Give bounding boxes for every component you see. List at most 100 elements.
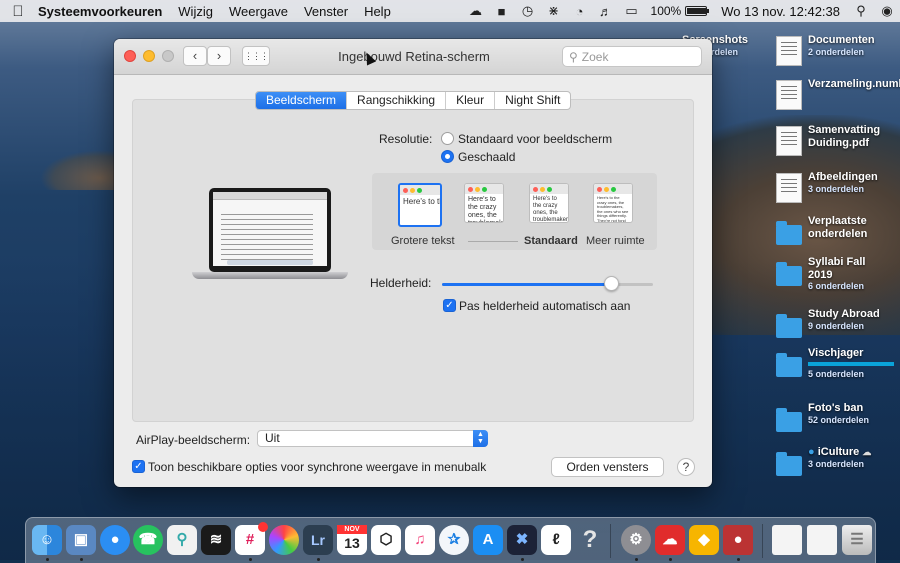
sketch-icon[interactable]: ◆ (689, 525, 719, 555)
title-bar[interactable]: ‹ › ⋮⋮⋮ Ingebouwd Retina-scherm ⚲ Zoek (114, 39, 712, 75)
airplay-icon[interactable]: ▭ (619, 3, 645, 19)
photo-booth-icon[interactable]: ● (723, 525, 753, 555)
progress-bar (808, 361, 894, 366)
desktop-item-documenten[interactable]: Documenten 2 onderdelen (776, 34, 900, 66)
wifi-icon[interactable]: ◔ (567, 4, 593, 19)
brightness-slider-knob[interactable] (603, 276, 619, 291)
volume-icon[interactable]: ♬ (593, 4, 619, 19)
thumb-text: Here's to the crazy ones, the troublemak… (597, 195, 629, 223)
desktop-item-name: Syllabi Fall 2019 (808, 256, 866, 281)
desktop-item-name: Verzameling.numbers (808, 78, 900, 90)
radio-default-resolution-label[interactable]: Standaard voor beeldscherm (458, 132, 612, 146)
finder-icon[interactable]: ☺ (32, 525, 62, 555)
show-all-grid-icon[interactable]: ⋮⋮⋮ (242, 46, 270, 66)
creative-cloud-icon[interactable]: ☁ (655, 525, 685, 555)
menubar:  Systeemvoorkeuren Wijzig Weergave Vens… (0, 0, 900, 22)
forward-button[interactable]: › (207, 46, 231, 66)
tab-beeldscherm[interactable]: Beeldscherm (256, 92, 348, 109)
menu-wijzig[interactable]: Wijzig (170, 4, 221, 19)
close-button[interactable] (124, 50, 136, 62)
radio-default-resolution[interactable] (441, 132, 454, 145)
tab-kleur[interactable]: Kleur (446, 92, 496, 109)
system-preferences-icon[interactable]: ⚙ (621, 525, 651, 555)
scrivener-icon[interactable]: ℓ (541, 525, 571, 555)
slack-icon[interactable]: # (235, 522, 268, 555)
battery-percent: 100% (650, 4, 682, 18)
mirror-options-checkbox[interactable]: ✓ (132, 460, 145, 473)
desktop-item-samenvatting[interactable]: Samenvatting Duiding.pdf (776, 124, 900, 156)
menu-venster[interactable]: Venster (296, 4, 356, 19)
tab-rangschikking[interactable]: Rangschikking (347, 92, 447, 109)
radio-scaled-label[interactable]: Geschaald (458, 150, 515, 164)
scale-option-2[interactable]: Here's to the crazy ones, the troublemak… (464, 183, 504, 223)
desktop-item-verplaatste[interactable]: Verplaatste onderdelen (776, 215, 900, 245)
whatsapp-icon[interactable]: ☎ (133, 525, 163, 555)
siri-icon[interactable]: ◉ (874, 3, 900, 19)
preview-icon[interactable]: ▣ (66, 525, 96, 555)
running-indicator (737, 558, 740, 561)
finder-window-thumbnail[interactable] (807, 525, 837, 555)
menu-help[interactable]: Help (356, 4, 399, 19)
help-icon[interactable]: ? (575, 525, 605, 555)
tab-night-shift[interactable]: Night Shift (495, 92, 570, 109)
tab-bar: Beeldscherm Rangschikking Kleur Night Sh… (255, 91, 572, 110)
maps-photo-icon[interactable]: ⚲ (167, 525, 197, 555)
messages-icon[interactable]: ● (100, 525, 130, 555)
menubar-clock[interactable]: Wo 13 nov. 12:42:38 (713, 4, 848, 19)
bluetooth-icon[interactable]: ⋇ (541, 3, 567, 19)
notification-badge (258, 522, 268, 532)
stocks-icon[interactable]: ≋ (201, 525, 231, 555)
finder-window-thumbnail[interactable] (772, 525, 802, 555)
battery-status[interactable]: 100% (645, 4, 714, 18)
itunes-icon[interactable]: ♫ (405, 525, 435, 555)
radio-scaled[interactable] (441, 150, 454, 163)
auto-brightness-label[interactable]: Pas helderheid automatisch aan (459, 299, 630, 313)
laptop-preview-image (192, 188, 348, 288)
auto-brightness-checkbox[interactable]: ✓ (443, 299, 456, 312)
desktop-item-vischjager[interactable]: Vischjager 5 onderdelen (776, 347, 900, 379)
running-indicator (46, 558, 49, 561)
zoom-button[interactable] (162, 50, 174, 62)
desktop-item-syllabi[interactable]: Syllabi Fall 2019 6 onderdelen (776, 256, 900, 292)
mirror-options-label[interactable]: Toon beschikbare opties voor synchrone w… (148, 460, 486, 474)
xmind-icon[interactable]: ✖ (507, 525, 537, 555)
trash-icon[interactable]: ☰ (842, 525, 872, 555)
folder-icon (776, 408, 802, 432)
chevron-updown-icon: ▲ ▼ (473, 430, 488, 447)
menu-weergave[interactable]: Weergave (221, 4, 296, 19)
photos-icon[interactable] (269, 525, 299, 555)
unity-icon[interactable]: ⬡ (371, 525, 401, 555)
app-store-icon[interactable]: A (473, 525, 503, 555)
image-folder-icon (776, 173, 802, 203)
scale-option-default[interactable]: Here's to the crazy ones, the troublemak… (529, 183, 569, 223)
desktop-item-iculture[interactable]: ● iCulture ☁ 3 onderdelen (776, 446, 900, 476)
contacts-icon[interactable]: ■ (489, 4, 515, 19)
back-button[interactable]: ‹ (183, 46, 207, 66)
scale-options: Here's to the crazy ones, the troublemak… (372, 173, 657, 250)
lightroom-icon[interactable]: Lr (303, 525, 333, 555)
help-button[interactable]: ? (677, 458, 695, 476)
safari-icon[interactable]: ✰ (439, 525, 469, 555)
scale-option-larger-text[interactable]: Here's to the crazy ones, the troublemak… (398, 183, 442, 227)
desktop-item-fotos-ban[interactable]: Foto's ban 52 onderdelen (776, 402, 900, 432)
apple-logo-icon[interactable]:  (0, 3, 36, 20)
brightness-slider-track[interactable] (442, 283, 653, 286)
scale-option-more-space[interactable]: Here's to the crazy ones, the troublemak… (593, 183, 633, 223)
search-field[interactable]: ⚲ Zoek (562, 46, 702, 67)
desktop-item-verzameling[interactable]: Verzameling.numbers (776, 78, 900, 110)
brightness-label: Helderheid: (370, 276, 432, 290)
creative-cloud-icon[interactable]: ☁ (463, 3, 489, 19)
minimize-button[interactable] (143, 50, 155, 62)
desktop-item-afbeeldingen[interactable]: Afbeeldingen 3 onderdelen (776, 171, 900, 203)
airplay-popup[interactable]: Uit ▲ ▼ (257, 430, 488, 447)
arrange-windows-button[interactable]: Orden vensters (551, 457, 664, 477)
calendar-icon[interactable]: NOV 13 (337, 525, 367, 555)
scale-divider (468, 241, 518, 242)
running-indicator (317, 558, 320, 561)
menu-app-name[interactable]: Systeemvoorkeuren (36, 4, 170, 19)
desktop-item-count: 2 onderdelen (808, 46, 865, 57)
running-indicator (521, 558, 524, 561)
spotlight-icon[interactable]: ⚲ (848, 3, 874, 19)
desktop-item-study-abroad[interactable]: Study Abroad 9 onderdelen (776, 308, 900, 338)
time-machine-icon[interactable]: ◷ (515, 3, 541, 19)
